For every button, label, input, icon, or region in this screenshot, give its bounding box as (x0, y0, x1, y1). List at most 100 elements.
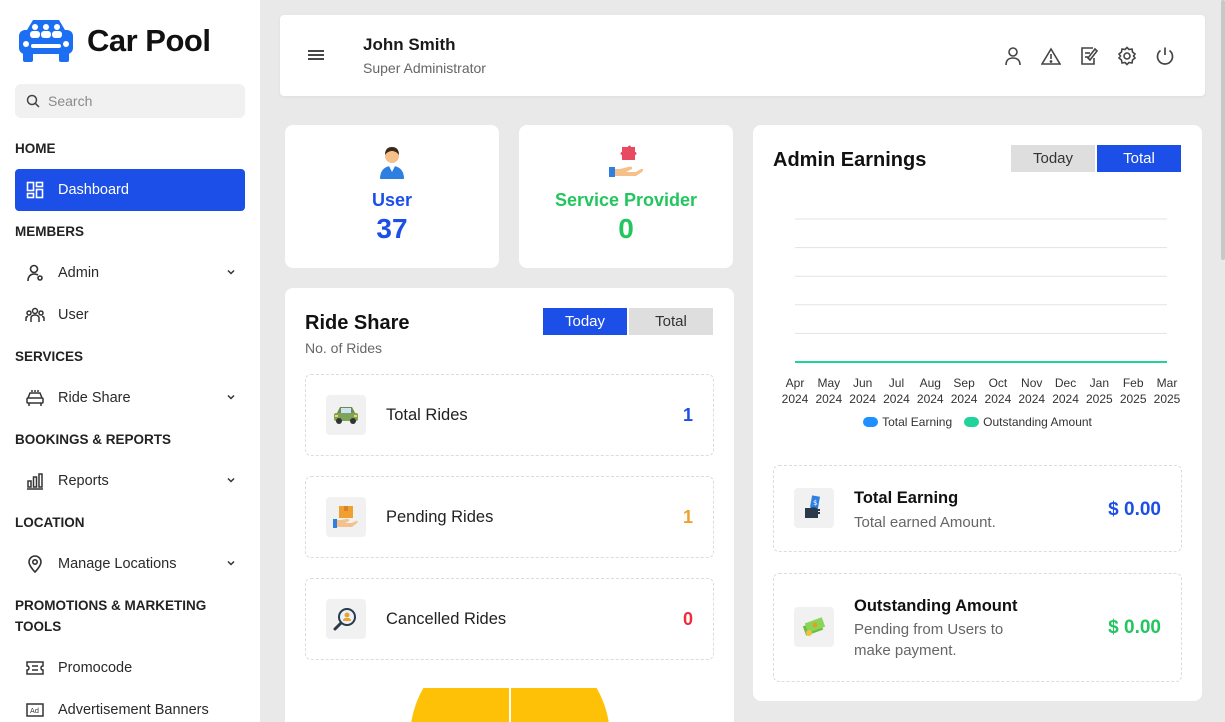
total-earning-title: Total Earning (854, 489, 959, 507)
x-tick-label-month: Sep (953, 376, 975, 390)
ad-icon: Ad (25, 700, 45, 720)
header-actions (1003, 45, 1175, 67)
sidebar-item-label: Manage Locations (58, 556, 177, 572)
sidebar-item-label: Advertisement Banners (58, 702, 209, 718)
x-tick-label-year: 2025 (1086, 392, 1113, 406)
x-tick-label-month: Aug (920, 376, 941, 390)
hamburger-menu-icon[interactable] (306, 45, 326, 65)
x-tick-label-year: 2024 (1018, 392, 1045, 406)
ride-share-today-button[interactable]: Today (543, 308, 627, 335)
sidebar-item-ride-share[interactable]: Ride Share (15, 377, 245, 419)
ride-share-card: Ride Share No. of Rides Today Total Tota… (285, 288, 734, 722)
chart-legend: Total Earning Outstanding Amount (753, 415, 1202, 429)
outstanding-amount-title: Outstanding Amount (854, 597, 1018, 615)
cancelled-rides-value: 0 (682, 608, 693, 629)
total-earning-value: $ 0.00 (1108, 499, 1161, 520)
user-name: John Smith (363, 35, 456, 54)
service-provider-stat-card[interactable]: Service Provider 0 (519, 125, 733, 268)
outstanding-amount-row[interactable]: Outstanding Amount Pending from Users to… (773, 573, 1182, 682)
ticket-icon (25, 658, 45, 678)
sidebar-item-reports[interactable]: Reports (15, 460, 245, 502)
ride-share-title: Ride Share (305, 312, 410, 334)
outstanding-amount-value: $ 0.00 (1108, 617, 1161, 638)
users-icon (25, 305, 45, 325)
x-tick-label-year: 2024 (849, 392, 876, 406)
brand[interactable]: Car Pool (15, 16, 211, 66)
admin-icon (25, 263, 45, 283)
sidebar-item-label: Promocode (58, 660, 133, 676)
ride-share-total-button[interactable]: Total (629, 308, 713, 335)
search-box[interactable] (15, 84, 245, 118)
x-tick-label-month: Oct (989, 376, 1008, 390)
earnings-line-chart: Apr 2024 May 2024 Jun 2024 Jul 2024 Aug 2024 Sep 20… (782, 218, 1181, 406)
sidebar-item-user[interactable]: User (15, 294, 245, 336)
sidebar-item-promocode[interactable]: Promocode (15, 647, 245, 689)
top-bar: John Smith Super Administrator (280, 15, 1205, 96)
x-tick-label-year: 2024 (883, 392, 910, 406)
sidebar-item-admin[interactable]: Admin (15, 252, 245, 294)
x-tick-label-year: 2025 (1120, 392, 1147, 406)
x-tick-label-year: 2024 (951, 392, 978, 406)
legend-item-total-earning[interactable]: Total Earning (863, 415, 952, 429)
section-members: MEMBERS (15, 224, 85, 239)
x-tick-label-year: 2024 (917, 392, 944, 406)
sidebar-item-label: Ride Share (58, 390, 131, 406)
profile-icon[interactable] (1003, 45, 1023, 67)
legend-item-outstanding-amount[interactable]: Outstanding Amount (964, 415, 1092, 429)
x-tick-label-year: 2024 (815, 392, 842, 406)
bar-chart-icon (25, 471, 45, 491)
pending-box-icon (326, 497, 366, 537)
user-avatar-icon (380, 147, 404, 179)
x-tick-label-month: Jul (889, 376, 904, 390)
cash-stack-icon (794, 607, 834, 647)
total-rides-row[interactable]: Total Rides 1 (305, 374, 714, 456)
magnifier-icon (326, 599, 366, 639)
sidebar-item-dashboard[interactable]: Dashboard (15, 169, 245, 211)
alert-icon[interactable] (1041, 45, 1061, 67)
user-role: Super Administrator (363, 60, 486, 76)
dashboard-icon (25, 180, 45, 200)
brand-name: Car Pool (87, 23, 211, 58)
section-bookings-reports: BOOKINGS & REPORTS (15, 432, 172, 447)
sidebar-item-label: Dashboard (58, 182, 129, 198)
section-services: SERVICES (15, 349, 84, 364)
location-pin-icon (25, 554, 45, 574)
car-icon (326, 395, 366, 435)
total-rides-value: 1 (682, 404, 693, 425)
x-tick-label-year: 2024 (782, 392, 809, 406)
user-stat-card[interactable]: User 37 (285, 125, 499, 268)
edit-icon[interactable] (1079, 45, 1099, 67)
ride-share-toggle: Today Total (543, 308, 713, 335)
settings-icon[interactable] (1117, 45, 1137, 67)
x-tick-label-year: 2024 (1052, 392, 1079, 406)
cancelled-rides-row[interactable]: Cancelled Rides 0 (305, 578, 714, 660)
chevron-down-icon (227, 269, 235, 275)
service-provider-stat-value: 0 (618, 213, 634, 244)
ride-share-subtitle: No. of Rides (305, 340, 383, 356)
service-provider-stat-label: Service Provider (554, 190, 698, 210)
section-home: HOME (15, 141, 56, 156)
x-tick-label-month: Dec (1055, 376, 1076, 390)
pending-rides-row[interactable]: Pending Rides 1 (305, 476, 714, 558)
search-input[interactable] (48, 93, 228, 109)
chevron-down-icon (227, 477, 235, 483)
x-tick-label-month: Jun (853, 376, 872, 390)
x-tick-label-month: Nov (1021, 376, 1042, 390)
cancelled-rides-label: Cancelled Rides (386, 609, 507, 628)
x-tick-label-month: May (817, 376, 840, 390)
x-tick-label-month: Jan (1090, 376, 1109, 390)
x-tick-label-month: Apr (786, 376, 805, 390)
section-location: LOCATION (15, 515, 85, 530)
total-earning-row[interactable]: $ Total Earning Total earned Amount. $ 0… (773, 465, 1182, 552)
sidebar-item-label: Admin (58, 265, 100, 281)
sidebar-item-advertisement-banners[interactable]: Ad Advertisement Banners (15, 689, 245, 722)
car-icon (25, 388, 45, 408)
legend-swatch (863, 417, 879, 427)
page-scrollbar[interactable] (1221, 0, 1225, 260)
sidebar-item-manage-locations[interactable]: Manage Locations (15, 543, 245, 585)
pending-rides-value: 1 (682, 506, 693, 527)
chevron-down-icon (227, 560, 235, 566)
admin-earnings-card: Admin Earnings Today Total Apr 2024 May 202… (753, 125, 1202, 701)
power-icon[interactable] (1155, 45, 1175, 67)
sidebar: Car Pool HOME Dashboard MEMBERS Admin Us… (0, 0, 260, 722)
